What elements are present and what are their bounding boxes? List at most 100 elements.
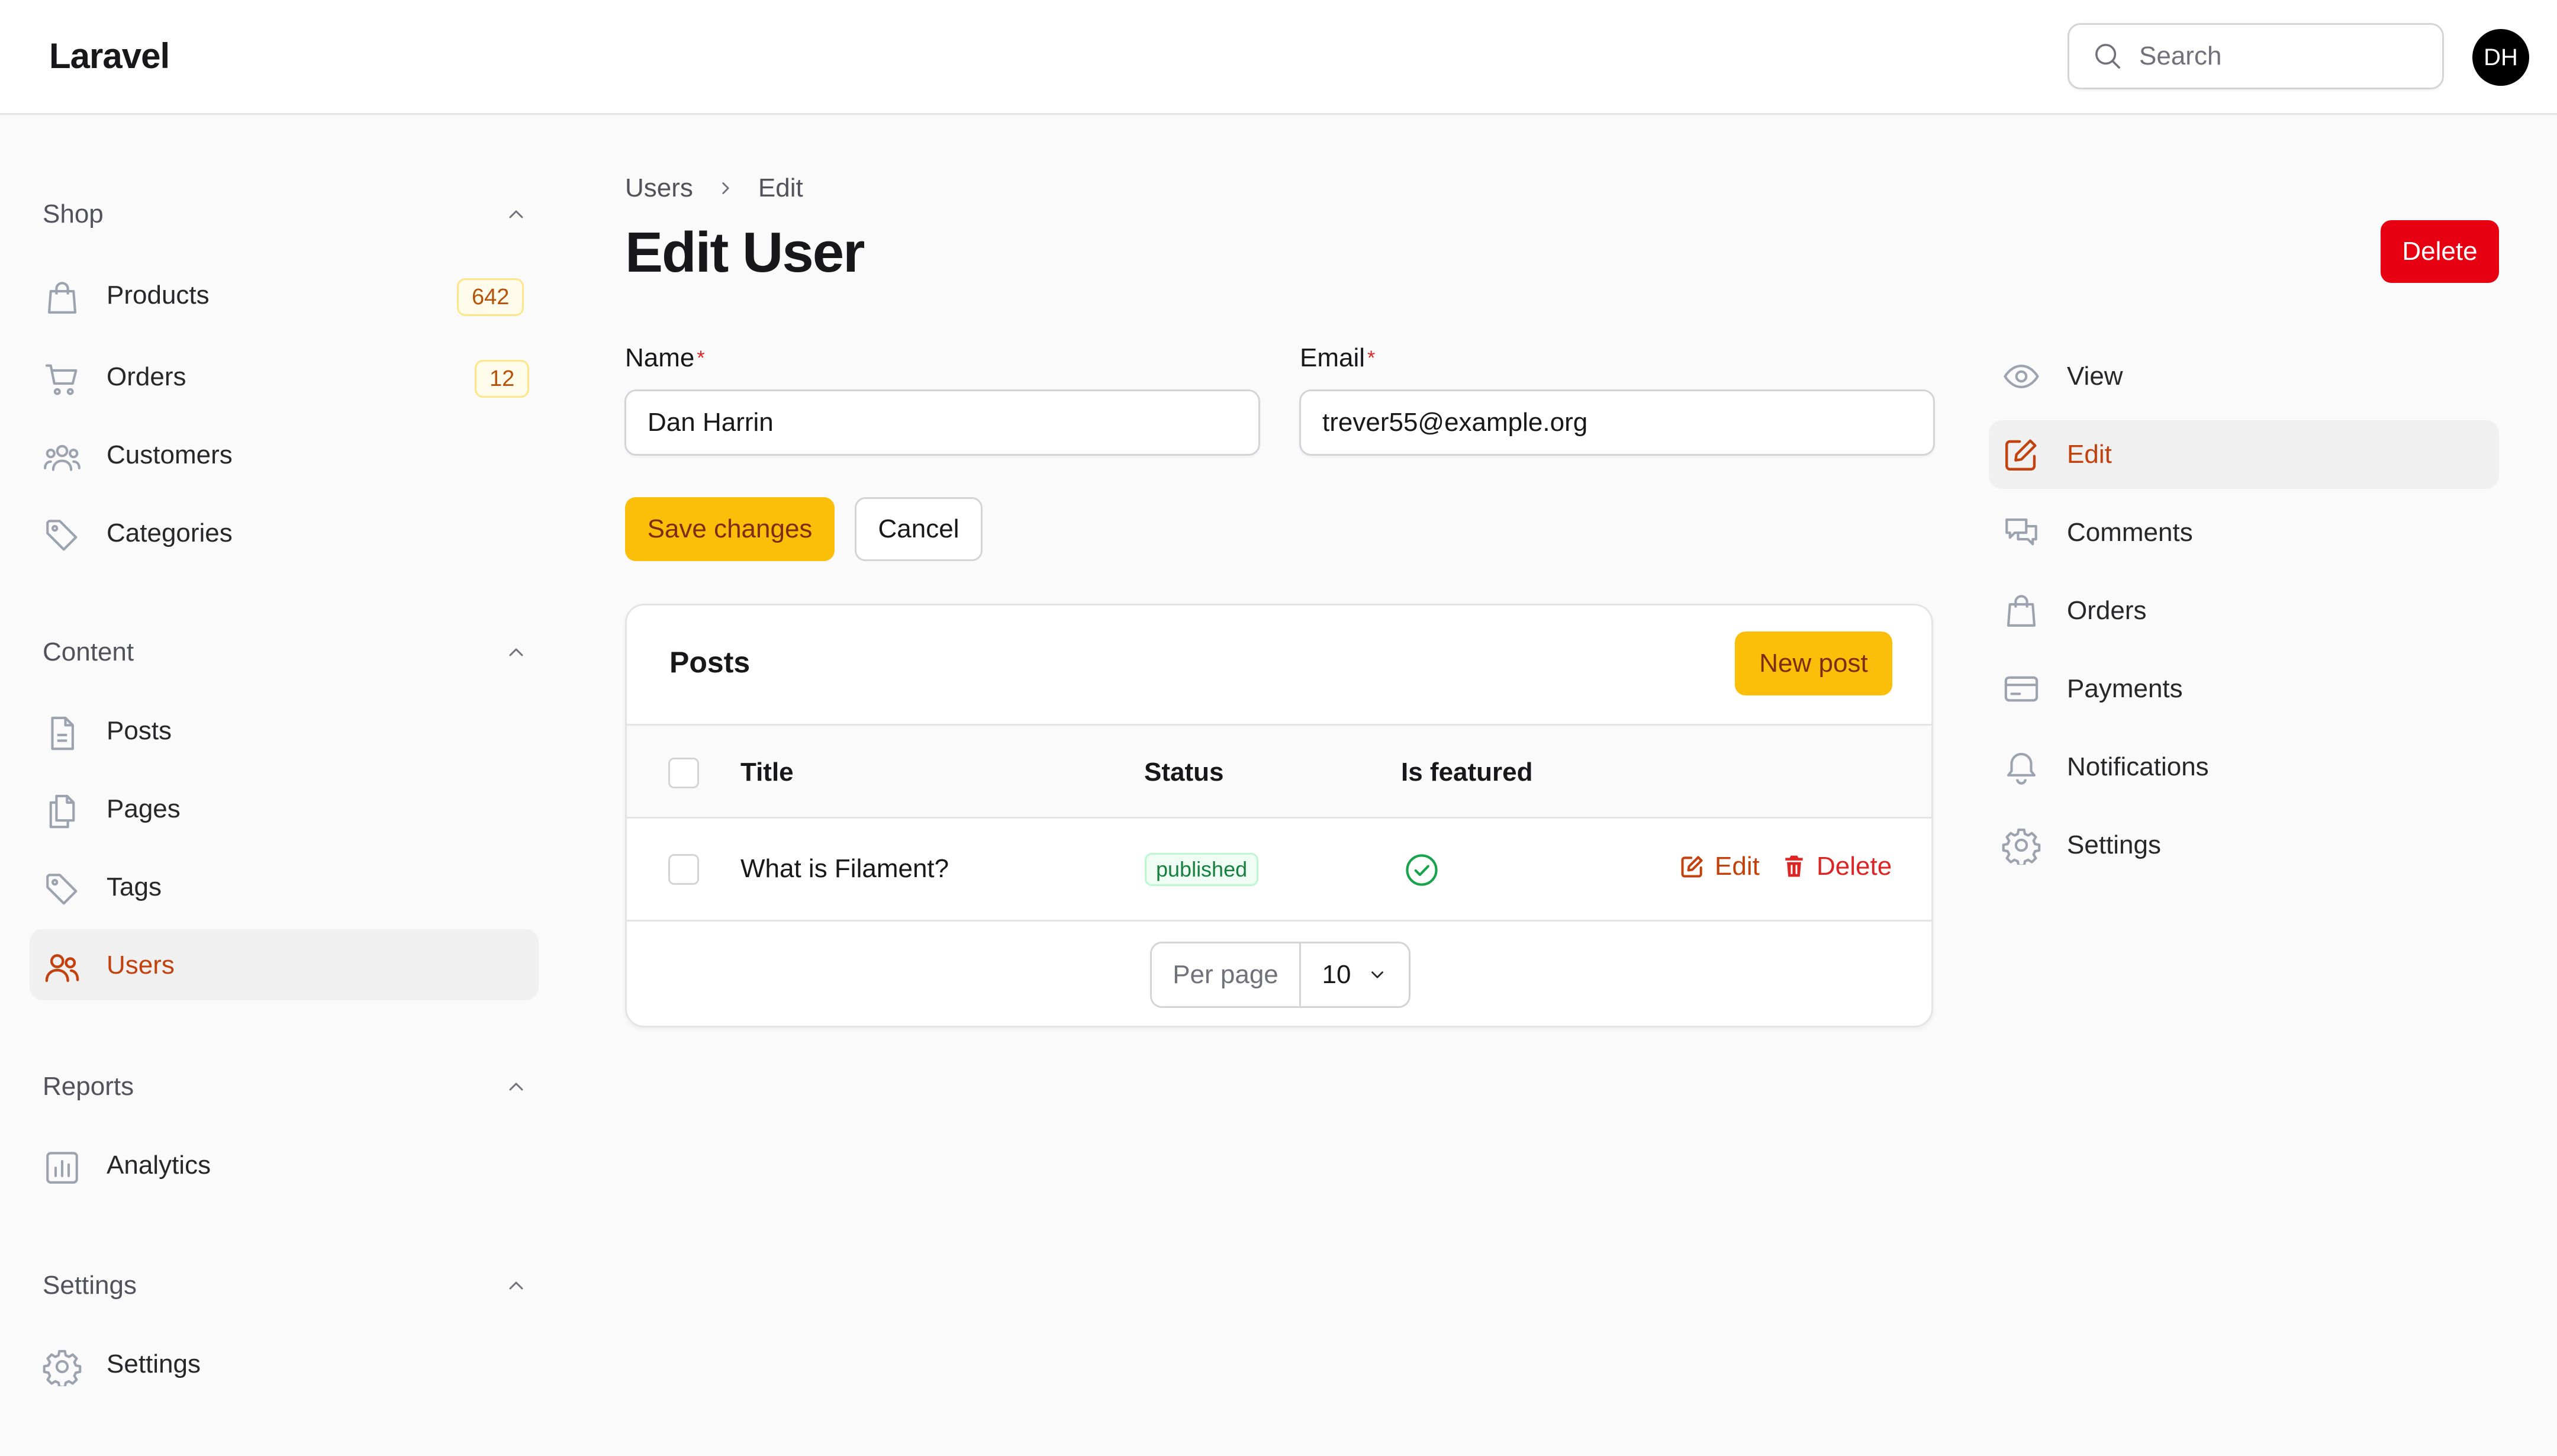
subnav-label: Orders [2067,596,2147,625]
chevron-down-icon [1371,971,1384,978]
name-input[interactable] [626,391,1258,454]
sidebar-group-shop[interactable]: Shop [43,197,528,232]
chat-bubbles-icon [2002,513,2041,552]
shopping-bag-icon [2002,591,2041,630]
post-title-cell: What is Filament? [740,854,949,883]
sidebar-item-label: Products [107,281,210,310]
subnav-edit[interactable]: Edit [1989,420,2499,489]
trash-icon [1785,855,1803,877]
breadcrumb: Users Edit [625,173,803,204]
table-row[interactable]: What is Filament? published Edit Delete [627,819,1931,922]
sidebar-item-settings[interactable]: Settings [30,1328,539,1399]
subnav-label: Comments [2067,518,2193,547]
tag-icon [43,870,82,909]
column-header-featured[interactable]: Is featured [1401,758,1533,787]
count-badge: 12 [475,360,530,398]
chevron-up-icon [509,210,523,218]
chevron-up-icon [509,1281,523,1290]
sidebar-group-settings[interactable]: Settings [43,1268,528,1303]
subnav-label: View [2067,362,2123,391]
email-label: Email * [1300,343,1376,372]
per-page-value[interactable]: 10 [1301,943,1409,1006]
sidebar-item-label: Users [107,951,175,980]
search-box[interactable] [2068,23,2444,89]
check-circle-icon [1403,852,1440,888]
shopping-cart-icon [43,360,82,399]
subnav-orders[interactable]: Orders [1989,576,2499,645]
breadcrumb-link-users[interactable]: Users [625,173,693,203]
subnav-notifications[interactable]: Notifications [1989,733,2499,801]
chevron-up-icon [509,648,523,656]
sidebar-item-customers[interactable]: Customers [30,419,539,490]
subnav-comments[interactable]: Comments [1989,498,2499,567]
chevron-up-icon [509,1083,523,1091]
page-title: Edit User [625,221,865,284]
subnav-view[interactable]: View [1989,342,2499,411]
delete-user-button[interactable]: Delete [2381,220,2499,283]
name-label: Name * [625,343,705,372]
sidebar-item-products[interactable]: Products 642 [30,259,539,330]
sidebar-item-users[interactable]: Users [30,929,539,1000]
sidebar-item-label: Settings [107,1349,201,1378]
subnav-label: Payments [2067,674,2183,703]
per-page-select[interactable]: Per page 10 [1150,942,1410,1008]
sidebar-item-analytics[interactable]: Analytics [30,1129,539,1200]
column-header-title[interactable]: Title [740,758,794,787]
sidebar-item-label: Pages [107,794,181,823]
subnav-label: Settings [2067,830,2161,859]
subnav-settings[interactable]: Settings [1989,811,2499,880]
brand-logo[interactable]: Laravel [49,36,170,77]
required-marker: * [1367,347,1376,369]
row-delete-action[interactable]: Delete [1781,852,1892,881]
cog-icon [2002,826,2041,865]
top-bar: Laravel DH [0,0,2557,115]
sidebar-item-pages[interactable]: Pages [30,773,539,844]
pencil-square-icon [2002,435,2041,474]
tag-icon [43,516,82,555]
column-header-status[interactable]: Status [1144,758,1223,787]
user-avatar[interactable]: DH [2472,29,2529,86]
cancel-button[interactable]: Cancel [855,497,983,561]
chart-bar-icon [43,1148,82,1187]
email-input[interactable] [1301,391,1933,454]
sidebar-item-categories[interactable]: Categories [30,497,539,568]
required-marker: * [697,347,705,369]
sidebar-item-label: Tags [107,872,162,901]
sidebar-group-label: Content [43,637,134,666]
sidebar-group-label: Settings [43,1271,137,1300]
name-field[interactable] [624,389,1260,456]
sidebar-item-tags[interactable]: Tags [30,851,539,922]
users-icon [43,948,82,987]
save-changes-button[interactable]: Save changes [625,497,835,561]
posts-title: Posts [669,646,751,679]
sidebar-item-label: Analytics [107,1151,211,1180]
sidebar-group-content[interactable]: Content [43,634,528,670]
breadcrumb-current[interactable]: Edit [758,173,803,203]
credit-card-icon [2002,669,2041,708]
new-post-button[interactable]: New post [1735,632,1892,695]
subnav-payments[interactable]: Payments [1989,655,2499,723]
table-header: Title Status Is featured [627,724,1931,819]
subnav-label: Notifications [2067,752,2209,781]
sidebar-item-label: Posts [107,716,172,745]
sidebar-group-reports[interactable]: Reports [43,1069,528,1104]
search-input[interactable] [2139,41,2423,71]
bell-icon [2002,748,2041,787]
sidebar-item-posts[interactable]: Posts [30,695,539,766]
sidebar-item-orders[interactable]: Orders 12 [30,341,539,412]
subnav-label: Edit [2067,440,2112,469]
eye-icon [2002,357,2041,396]
pencil-square-icon [1681,856,1703,878]
count-badge: 642 [457,278,524,316]
sidebar-item-label: Orders [107,362,186,391]
email-field[interactable] [1299,389,1935,456]
chevron-right-icon [716,178,736,198]
row-edit-action[interactable]: Edit [1679,852,1760,881]
cog-icon [43,1347,82,1386]
shopping-bag-icon [43,278,82,317]
per-page-label: Per page [1152,943,1301,1006]
document-icon [43,714,82,753]
row-checkbox[interactable] [668,854,699,885]
user-group-icon [43,438,82,477]
select-all-checkbox[interactable] [668,758,699,788]
